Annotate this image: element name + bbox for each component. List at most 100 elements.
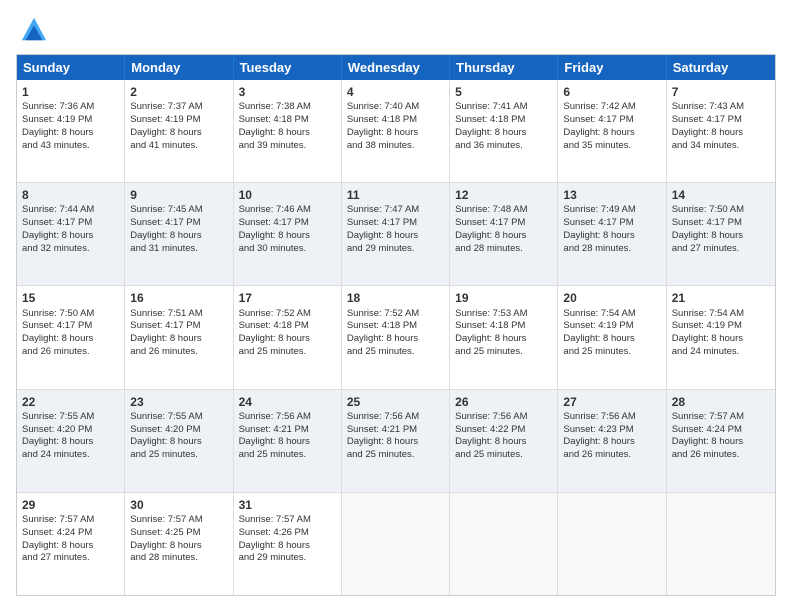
day-number: 8 — [22, 187, 119, 203]
header-day-saturday: Saturday — [667, 55, 775, 80]
day-number: 12 — [455, 187, 552, 203]
calendar-week-2: 8Sunrise: 7:44 AM Sunset: 4:17 PM Daylig… — [17, 182, 775, 285]
day-info: Sunrise: 7:56 AM Sunset: 4:21 PM Dayligh… — [239, 411, 311, 460]
day-info: Sunrise: 7:55 AM Sunset: 4:20 PM Dayligh… — [22, 411, 94, 460]
day-number: 27 — [563, 394, 660, 410]
day-info: Sunrise: 7:43 AM Sunset: 4:17 PM Dayligh… — [672, 101, 744, 150]
day-number: 30 — [130, 497, 227, 513]
day-info: Sunrise: 7:50 AM Sunset: 4:17 PM Dayligh… — [672, 204, 744, 253]
day-number: 9 — [130, 187, 227, 203]
day-info: Sunrise: 7:56 AM Sunset: 4:23 PM Dayligh… — [563, 411, 635, 460]
calendar-week-3: 15 Sunrise: 7:50 AM Sunset: 4:17 PM Dayli… — [17, 285, 775, 388]
day-number: 4 — [347, 84, 444, 100]
day-info: Sunrise: 7:56 AM Sunset: 4:21 PM Dayligh… — [347, 411, 419, 460]
day-info: Sunrise: 7:46 AM Sunset: 4:17 PM Dayligh… — [239, 204, 311, 253]
calendar-day-6: 6Sunrise: 7:42 AM Sunset: 4:17 PM Daylig… — [558, 80, 666, 182]
calendar-day-15: 15 Sunrise: 7:50 AM Sunset: 4:17 PM Dayli… — [17, 286, 125, 388]
header-day-sunday: Sunday — [17, 55, 125, 80]
calendar-day-25: 25Sunrise: 7:56 AM Sunset: 4:21 PM Dayli… — [342, 390, 450, 492]
day-number: 5 — [455, 84, 552, 100]
calendar-week-5: 29Sunrise: 7:57 AM Sunset: 4:24 PM Dayli… — [17, 492, 775, 595]
calendar-header: SundayMondayTuesdayWednesdayThursdayFrid… — [17, 55, 775, 80]
day-info: Sunrise: 7:36 AM Sunset: 4:19 PM Dayligh… — [22, 101, 94, 150]
logo — [16, 16, 48, 44]
calendar-day-20: 20Sunrise: 7:54 AM Sunset: 4:19 PM Dayli… — [558, 286, 666, 388]
calendar-day-empty — [342, 493, 450, 595]
day-info: Sunrise: 7:52 AM Sunset: 4:18 PM Dayligh… — [239, 308, 311, 357]
header-day-wednesday: Wednesday — [342, 55, 450, 80]
day-number: 15 — [22, 290, 119, 306]
calendar-day-2: 2Sunrise: 7:37 AM Sunset: 4:19 PM Daylig… — [125, 80, 233, 182]
calendar: SundayMondayTuesdayWednesdayThursdayFrid… — [16, 54, 776, 596]
calendar-body: 1Sunrise: 7:36 AM Sunset: 4:19 PM Daylig… — [17, 80, 775, 595]
day-info: Sunrise: 7:48 AM Sunset: 4:17 PM Dayligh… — [455, 204, 527, 253]
calendar-day-12: 12Sunrise: 7:48 AM Sunset: 4:17 PM Dayli… — [450, 183, 558, 285]
calendar-day-11: 11Sunrise: 7:47 AM Sunset: 4:17 PM Dayli… — [342, 183, 450, 285]
day-number: 29 — [22, 497, 119, 513]
calendar-day-9: 9Sunrise: 7:45 AM Sunset: 4:17 PM Daylig… — [125, 183, 233, 285]
day-info: Sunrise: 7:37 AM Sunset: 4:19 PM Dayligh… — [130, 101, 202, 150]
day-number: 16 — [130, 290, 227, 306]
calendar-week-4: 22Sunrise: 7:55 AM Sunset: 4:20 PM Dayli… — [17, 389, 775, 492]
header — [16, 16, 776, 44]
day-number: 13 — [563, 187, 660, 203]
day-info: Sunrise: 7:42 AM Sunset: 4:17 PM Dayligh… — [563, 101, 635, 150]
logo-icon — [20, 16, 48, 44]
day-number: 19 — [455, 290, 552, 306]
day-number: 2 — [130, 84, 227, 100]
calendar-day-4: 4Sunrise: 7:40 AM Sunset: 4:18 PM Daylig… — [342, 80, 450, 182]
calendar-day-10: 10Sunrise: 7:46 AM Sunset: 4:17 PM Dayli… — [234, 183, 342, 285]
calendar-week-1: 1Sunrise: 7:36 AM Sunset: 4:19 PM Daylig… — [17, 80, 775, 182]
day-number: 22 — [22, 394, 119, 410]
calendar-day-24: 24Sunrise: 7:56 AM Sunset: 4:21 PM Dayli… — [234, 390, 342, 492]
day-number: 6 — [563, 84, 660, 100]
header-day-thursday: Thursday — [450, 55, 558, 80]
day-info: Sunrise: 7:47 AM Sunset: 4:17 PM Dayligh… — [347, 204, 419, 253]
calendar-day-7: 7Sunrise: 7:43 AM Sunset: 4:17 PM Daylig… — [667, 80, 775, 182]
day-number: 21 — [672, 290, 770, 306]
calendar-day-14: 14Sunrise: 7:50 AM Sunset: 4:17 PM Dayli… — [667, 183, 775, 285]
day-number: 28 — [672, 394, 770, 410]
calendar-day-29: 29Sunrise: 7:57 AM Sunset: 4:24 PM Dayli… — [17, 493, 125, 595]
calendar-day-17: 17 Sunrise: 7:52 AM Sunset: 4:18 PM Dayli… — [234, 286, 342, 388]
day-info: Sunrise: 7:57 AM Sunset: 4:26 PM Dayligh… — [239, 514, 311, 563]
day-info: Sunrise: 7:52 AM Sunset: 4:18 PM Dayligh… — [347, 308, 419, 357]
calendar-day-13: 13Sunrise: 7:49 AM Sunset: 4:17 PM Dayli… — [558, 183, 666, 285]
day-number: 3 — [239, 84, 336, 100]
calendar-day-27: 27Sunrise: 7:56 AM Sunset: 4:23 PM Dayli… — [558, 390, 666, 492]
calendar-day-22: 22Sunrise: 7:55 AM Sunset: 4:20 PM Dayli… — [17, 390, 125, 492]
day-info: Sunrise: 7:57 AM Sunset: 4:24 PM Dayligh… — [22, 514, 94, 563]
calendar-day-18: 18 Sunrise: 7:52 AM Sunset: 4:18 PM Dayli… — [342, 286, 450, 388]
calendar-day-empty — [667, 493, 775, 595]
calendar-day-26: 26Sunrise: 7:56 AM Sunset: 4:22 PM Dayli… — [450, 390, 558, 492]
day-number: 24 — [239, 394, 336, 410]
day-number: 17 — [239, 290, 336, 306]
calendar-day-16: 16 Sunrise: 7:51 AM Sunset: 4:17 PM Dayli… — [125, 286, 233, 388]
day-number: 23 — [130, 394, 227, 410]
header-day-monday: Monday — [125, 55, 233, 80]
header-day-friday: Friday — [558, 55, 666, 80]
page: SundayMondayTuesdayWednesdayThursdayFrid… — [0, 0, 792, 612]
day-info: Sunrise: 7:38 AM Sunset: 4:18 PM Dayligh… — [239, 101, 311, 150]
day-info: Sunrise: 7:51 AM Sunset: 4:17 PM Dayligh… — [130, 308, 202, 357]
day-number: 31 — [239, 497, 336, 513]
day-number: 26 — [455, 394, 552, 410]
day-info: Sunrise: 7:54 AM Sunset: 4:19 PM Dayligh… — [672, 308, 744, 357]
calendar-day-8: 8Sunrise: 7:44 AM Sunset: 4:17 PM Daylig… — [17, 183, 125, 285]
calendar-day-empty — [450, 493, 558, 595]
day-info: Sunrise: 7:55 AM Sunset: 4:20 PM Dayligh… — [130, 411, 202, 460]
day-info: Sunrise: 7:44 AM Sunset: 4:17 PM Dayligh… — [22, 204, 94, 253]
day-number: 1 — [22, 84, 119, 100]
day-number: 25 — [347, 394, 444, 410]
day-info: Sunrise: 7:57 AM Sunset: 4:24 PM Dayligh… — [672, 411, 744, 460]
day-info: Sunrise: 7:54 AM Sunset: 4:19 PM Dayligh… — [563, 308, 635, 357]
day-info: Sunrise: 7:40 AM Sunset: 4:18 PM Dayligh… — [347, 101, 419, 150]
calendar-day-3: 3Sunrise: 7:38 AM Sunset: 4:18 PM Daylig… — [234, 80, 342, 182]
day-number: 18 — [347, 290, 444, 306]
calendar-day-21: 21 Sunrise: 7:54 AM Sunset: 4:19 PM Dayli… — [667, 286, 775, 388]
day-info: Sunrise: 7:50 AM Sunset: 4:17 PM Dayligh… — [22, 308, 94, 357]
calendar-day-5: 5Sunrise: 7:41 AM Sunset: 4:18 PM Daylig… — [450, 80, 558, 182]
day-info: Sunrise: 7:56 AM Sunset: 4:22 PM Dayligh… — [455, 411, 527, 460]
header-day-tuesday: Tuesday — [234, 55, 342, 80]
calendar-day-30: 30Sunrise: 7:57 AM Sunset: 4:25 PM Dayli… — [125, 493, 233, 595]
